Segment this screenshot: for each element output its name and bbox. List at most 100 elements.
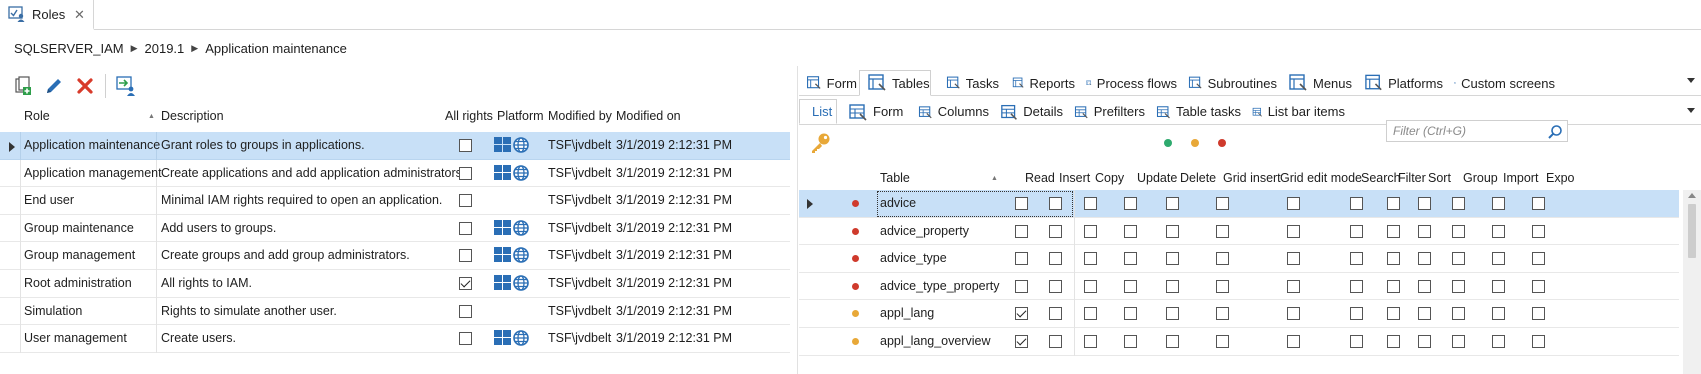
column-header-platform[interactable]: Platform bbox=[497, 109, 544, 123]
permission-checkbox-read[interactable] bbox=[1015, 224, 1028, 238]
permission-checkbox-group[interactable] bbox=[1452, 252, 1465, 266]
tab-custom-screens[interactable]: Custom screens bbox=[1447, 70, 1555, 96]
scroll-up-icon[interactable] bbox=[1688, 193, 1696, 198]
permission-checkbox-insert[interactable] bbox=[1049, 307, 1062, 321]
permission-checkbox-import[interactable] bbox=[1492, 197, 1505, 210]
permission-checkbox-group[interactable] bbox=[1452, 279, 1465, 293]
permission-checkbox-import[interactable] bbox=[1492, 335, 1505, 348]
permission-checkbox-grid-edit-mode[interactable] bbox=[1287, 335, 1300, 348]
column-header-modified-on[interactable]: Modified on bbox=[616, 109, 681, 123]
permission-checkbox-copy[interactable] bbox=[1084, 307, 1097, 321]
permission-checkbox-delete[interactable] bbox=[1166, 307, 1179, 321]
permission-checkbox-grid-insert[interactable] bbox=[1216, 252, 1229, 266]
breadcrumb-item[interactable]: 2019.1 bbox=[145, 41, 185, 56]
permission-checkbox-search[interactable] bbox=[1350, 224, 1363, 238]
permission-checkbox-filter[interactable] bbox=[1387, 224, 1400, 238]
tab-overflow-icon[interactable] bbox=[1687, 78, 1695, 83]
table-row[interactable]: User management Create users. TSF\jvdbelt 3… bbox=[0, 325, 790, 353]
subtab-prefilters[interactable]: Prefilters bbox=[1067, 99, 1145, 124]
tab-menus[interactable]: Menus bbox=[1281, 70, 1353, 96]
tab-tables[interactable]: Tables bbox=[859, 70, 931, 96]
subtab-list[interactable]: List bbox=[799, 99, 837, 124]
permission-checkbox-grid-insert[interactable] bbox=[1216, 307, 1229, 321]
table-row[interactable]: advice_property bbox=[799, 217, 1679, 246]
permission-checkbox-group[interactable] bbox=[1452, 307, 1465, 321]
tab-subroutines[interactable]: Subroutines bbox=[1181, 70, 1277, 96]
tables-vertical-scrollbar[interactable] bbox=[1683, 190, 1701, 374]
permission-checkbox-search[interactable] bbox=[1350, 197, 1363, 210]
all-rights-checkbox[interactable] bbox=[459, 166, 472, 180]
table-row[interactable]: Application management Create application… bbox=[0, 159, 790, 188]
permission-checkbox-delete[interactable] bbox=[1166, 197, 1179, 210]
permission-checkbox-update[interactable] bbox=[1124, 252, 1137, 266]
tables-filter-field[interactable] bbox=[1386, 120, 1568, 142]
subtab-details[interactable]: Details bbox=[993, 99, 1063, 124]
permission-checkbox-grid-edit-mode[interactable] bbox=[1287, 252, 1300, 266]
permission-checkbox-group[interactable] bbox=[1452, 335, 1465, 348]
permission-checkbox-read[interactable] bbox=[1015, 335, 1028, 348]
table-row[interactable]: Group management Create groups and add gr… bbox=[0, 242, 790, 270]
tab-reports[interactable]: Reports bbox=[1005, 70, 1075, 96]
column-header-read[interactable]: Read bbox=[1025, 171, 1055, 185]
tab-platforms[interactable]: Platforms bbox=[1357, 70, 1443, 96]
table-row[interactable]: Simulation Rights to simulate another use… bbox=[0, 297, 790, 326]
permission-checkbox-update[interactable] bbox=[1124, 307, 1137, 321]
permission-checkbox-delete[interactable] bbox=[1166, 224, 1179, 238]
table-row[interactable]: Root administration All rights to IAM. TSF… bbox=[0, 270, 790, 298]
column-header-grid-edit-mode[interactable]: Grid edit mode bbox=[1280, 171, 1362, 185]
permission-checkbox-expo[interactable] bbox=[1532, 224, 1545, 238]
permission-checkbox-copy[interactable] bbox=[1084, 279, 1097, 293]
permission-checkbox-sort[interactable] bbox=[1418, 307, 1431, 321]
all-rights-checkbox[interactable] bbox=[459, 304, 472, 318]
table-row[interactable]: advice bbox=[799, 190, 1679, 218]
column-header-expo[interactable]: Expo bbox=[1546, 171, 1575, 185]
permission-checkbox-group[interactable] bbox=[1452, 197, 1465, 210]
table-row[interactable]: appl_lang_overview bbox=[799, 328, 1679, 356]
add-button[interactable] bbox=[12, 75, 34, 97]
permission-checkbox-import[interactable] bbox=[1492, 307, 1505, 321]
document-tab-roles[interactable]: Roles ✕ bbox=[0, 0, 94, 30]
permission-checkbox-copy[interactable] bbox=[1084, 335, 1097, 348]
table-row[interactable]: End user Minimal IAM rights required to o… bbox=[0, 187, 790, 215]
permission-checkbox-copy[interactable] bbox=[1084, 197, 1097, 210]
all-rights-checkbox[interactable] bbox=[459, 221, 472, 235]
tab-tasks[interactable]: Tasks bbox=[939, 70, 999, 96]
permission-checkbox-sort[interactable] bbox=[1418, 279, 1431, 293]
column-header-import[interactable]: Import bbox=[1503, 171, 1538, 185]
column-header-grid-insert[interactable]: Grid insert bbox=[1223, 171, 1281, 185]
column-header-table[interactable]: Table bbox=[880, 171, 910, 185]
column-header-copy[interactable]: Copy bbox=[1095, 171, 1124, 185]
column-header-modified-by[interactable]: Modified by bbox=[548, 109, 612, 123]
permission-checkbox-search[interactable] bbox=[1350, 335, 1363, 348]
subtab-table-tasks[interactable]: Table tasks bbox=[1149, 99, 1241, 124]
all-rights-checkbox[interactable] bbox=[459, 249, 472, 263]
permission-checkbox-insert[interactable] bbox=[1049, 335, 1062, 348]
permission-checkbox-sort[interactable] bbox=[1418, 197, 1431, 210]
permission-checkbox-grid-insert[interactable] bbox=[1216, 224, 1229, 238]
permission-checkbox-insert[interactable] bbox=[1049, 197, 1062, 210]
permission-checkbox-grid-edit-mode[interactable] bbox=[1287, 279, 1300, 293]
all-rights-checkbox[interactable] bbox=[459, 332, 472, 346]
permission-checkbox-grid-edit-mode[interactable] bbox=[1287, 224, 1300, 238]
permission-checkbox-grid-edit-mode[interactable] bbox=[1287, 197, 1300, 210]
permission-checkbox-import[interactable] bbox=[1492, 252, 1505, 266]
import-button[interactable] bbox=[115, 75, 137, 97]
permission-checkbox-filter[interactable] bbox=[1387, 197, 1400, 210]
breadcrumb-item[interactable]: SQLSERVER_IAM bbox=[14, 41, 124, 56]
tab-process-flows[interactable]: Process flows bbox=[1079, 70, 1177, 96]
column-header-all-rights[interactable]: All rights bbox=[445, 109, 493, 123]
column-header-search[interactable]: Search bbox=[1361, 171, 1401, 185]
subtab-columns[interactable]: Columns bbox=[911, 99, 989, 124]
permission-checkbox-update[interactable] bbox=[1124, 335, 1137, 348]
tab-form[interactable]: Form bbox=[799, 70, 857, 96]
permission-checkbox-read[interactable] bbox=[1015, 197, 1028, 210]
search-icon[interactable] bbox=[1547, 124, 1563, 140]
permission-checkbox-search[interactable] bbox=[1350, 279, 1363, 293]
column-header-insert[interactable]: Insert bbox=[1059, 171, 1090, 185]
table-row[interactable]: appl_lang bbox=[799, 300, 1679, 328]
close-icon[interactable]: ✕ bbox=[74, 7, 85, 23]
table-row[interactable]: Application maintenance Grant roles to gr… bbox=[0, 132, 790, 160]
permission-checkbox-update[interactable] bbox=[1124, 279, 1137, 293]
delete-button[interactable] bbox=[74, 75, 96, 97]
permission-checkbox-grid-insert[interactable] bbox=[1216, 279, 1229, 293]
